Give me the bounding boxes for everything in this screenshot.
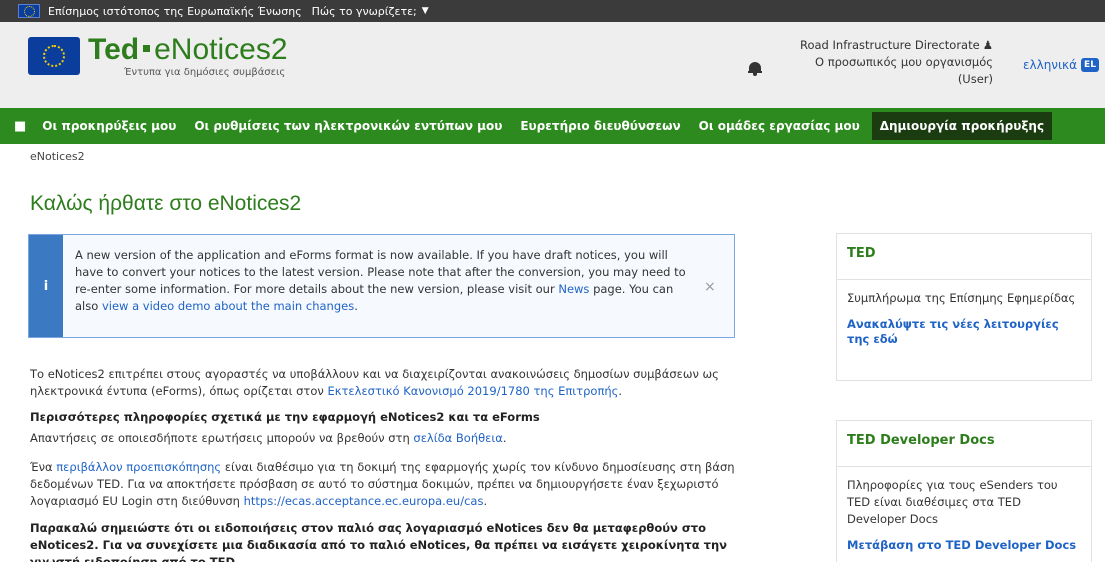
eu-logo-icon [28,37,80,75]
organisation-name: Ο προσωπικός μου οργανισμός [814,55,993,69]
new-version-alert: i A new version of the application and e… [28,234,735,338]
nav-create-notice[interactable]: Δημιουργία προκήρυξης [871,112,1053,140]
logo-dot [143,45,151,52]
ted-developer-docs-card: TED Developer Docs Πληροφορίες για τους … [836,420,1092,562]
page-title: Καλώς ήρθατε στο eNotices2 [30,192,302,215]
help-text: Απαντήσεις σε οποιεσδήποτε ερωτήσεις μπο… [30,431,414,445]
eu-official-bar: Επίσημος ιστότοπος της Ευρωπαϊκής Ένωσης… [0,0,1105,22]
ecas-url-link[interactable]: https://ecas.acceptance.ec.europa.eu/cas [244,494,484,508]
dev-docs-card-text: Πληροφορίες για τους eSenders του TED εί… [847,478,1058,526]
dev-docs-card-title: TED Developer Docs [837,421,1091,467]
nav-address-book[interactable]: Ευρετήριο διευθύνσεων [520,119,680,133]
user-role: (User) [957,72,993,86]
breadcrumb[interactable]: eNotices2 [30,150,85,163]
how-do-you-know-label: Πώς το γνωρίζετε; [311,4,417,18]
logo-subtitle: Έντυπα για δημόσιες συμβάσεις [124,67,286,78]
info-icon: i [29,235,63,337]
alert-message: A new version of the application and eFo… [75,247,687,315]
eu-official-text: Επίσημος ιστότοπος της Ευρωπαϊκής Ένωσης [48,4,302,18]
alert-text-part: . [354,299,358,313]
ted-card: TED Συμπλήρωμα της Επίσημης Εφημερίδας Α… [836,233,1092,381]
nav-my-workgroups[interactable]: Οι ομάδες εργασίας μου [699,119,860,133]
user-icon: ♟ [982,38,993,52]
help-page-link[interactable]: σελίδα Βοήθεια [413,431,502,445]
intro-text-end: . [618,384,623,398]
close-icon[interactable]: × [704,279,716,295]
nav-eform-settings[interactable]: Οι ρυθμίσεις των ηλεκτρονικών εντύπων μο… [194,119,502,133]
main-nav: ■ Οι προκηρύξεις μου Οι ρυθμίσεις των ηλ… [0,108,1105,144]
nav-my-notices[interactable]: Οι προκηρύξεις μου [42,119,176,133]
dev-docs-link[interactable]: Μετάβαση στο TED Developer Docs [847,538,1081,553]
ted-card-text: Συμπλήρωμα της Επίσημης Εφημερίδας [847,291,1076,305]
news-link[interactable]: News [558,282,589,296]
home-icon[interactable]: ■ [14,119,26,134]
language-selector[interactable]: ελληνικά EL [1023,58,1099,72]
more-info-heading: Περισσότερες πληροφορίες σχετικά με την … [30,410,540,424]
ted-card-title: TED [837,234,1091,280]
user-name: Road Infrastructure Directorate [800,38,980,52]
help-paragraph: Απαντήσεις σε οποιεσδήποτε ερωτήσεις μπο… [30,430,740,447]
notification-bell-icon[interactable] [748,60,762,76]
help-text-end: . [502,431,507,445]
logo-enotices-text: eNotices2 [154,33,288,66]
language-code-badge: EL [1081,58,1099,72]
chevron-down-icon: ▼ [421,6,429,16]
regulation-link[interactable]: Εκτελεστικό Κανονισμό 2019/1780 της Επιτ… [327,384,618,398]
site-header: Ted eNotices2 Έντυπα για δημόσιες συμβάσε… [0,22,1105,108]
eu-flag-icon [18,4,40,18]
language-label: ελληνικά [1023,58,1078,72]
logo-ted-text: Ted [88,33,140,66]
intro-paragraph: Το eNotices2 επιτρέπει στους αγοραστές ν… [30,366,740,400]
old-account-note: Παρακαλώ σημειώστε ότι οι ειδοποιήσεις σ… [30,521,728,562]
preview-paragraph: Ένα περιβάλλον προεπισκόπησης είναι διαθ… [30,459,740,510]
ted-enotices-logo[interactable]: Ted eNotices2 Έντυπα για δημόσιες συμβάσε… [28,35,288,78]
preview-environment-link[interactable]: περιβάλλον προεπισκόπησης [56,460,221,474]
ted-new-features-link[interactable]: Ανακαλύψτε τις νέες λειτουργίες της εδώ [847,317,1081,347]
preview-text-end: . [483,494,488,508]
video-demo-link[interactable]: view a video demo about the main changes [102,299,354,313]
user-menu[interactable]: Road Infrastructure Directorate ♟ Ο προσω… [800,37,993,88]
preview-text: Ένα [30,460,57,474]
how-do-you-know-toggle[interactable]: Πώς το γνωρίζετε; ▼ [312,5,429,18]
